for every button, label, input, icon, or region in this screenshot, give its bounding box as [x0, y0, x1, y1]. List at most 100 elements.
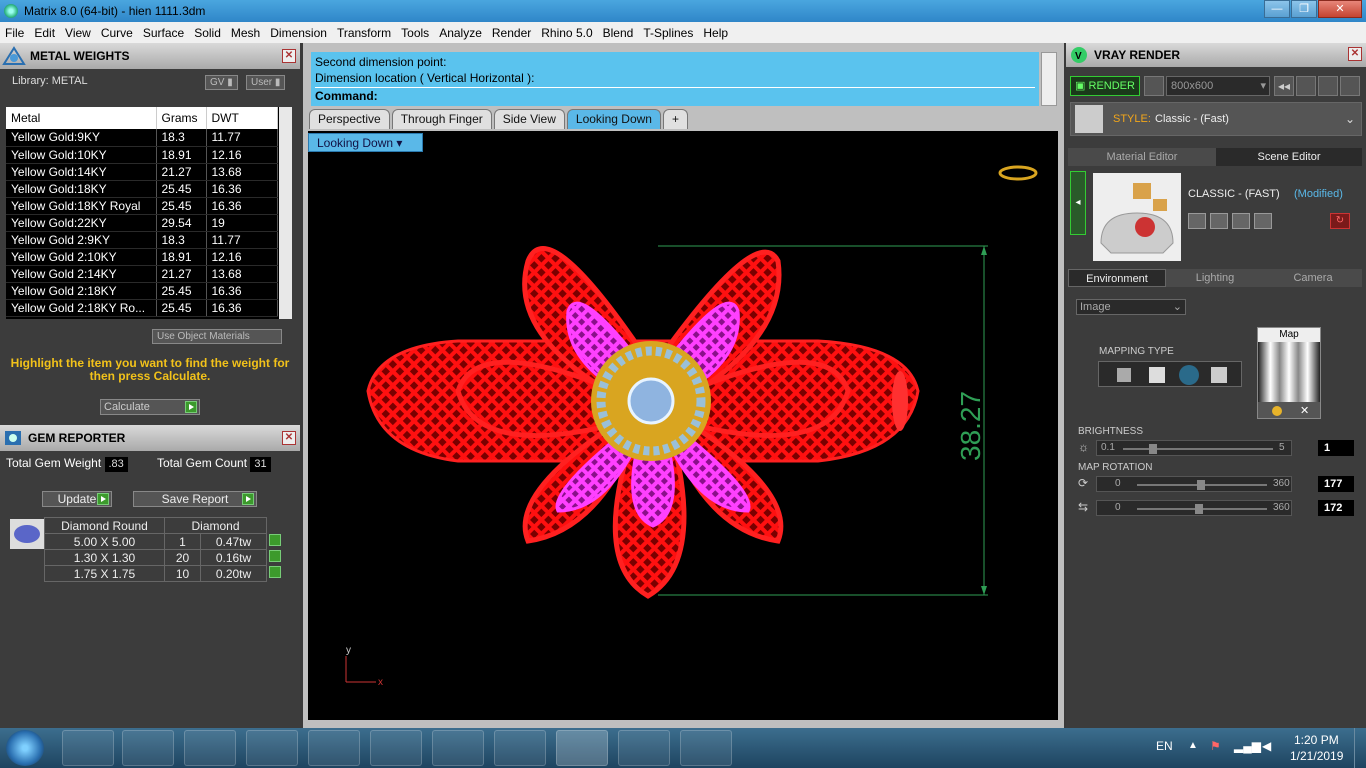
tab-perspective[interactable]: Perspective	[309, 109, 390, 129]
rotation-2-slider[interactable]: 0 360	[1096, 500, 1292, 516]
metal-row[interactable]: Yellow Gold:18KY 25.45 16.36	[6, 180, 278, 198]
import-scene-icon[interactable]	[1254, 213, 1272, 229]
clock-date[interactable]: 1/21/2019	[1290, 749, 1343, 763]
garena-icon[interactable]	[246, 730, 298, 766]
gem-row-go-button[interactable]	[267, 566, 283, 582]
tab-through-finger[interactable]: Through Finger	[391, 109, 492, 129]
menu-blend[interactable]: Blend	[598, 26, 639, 40]
globe-icon[interactable]	[1144, 76, 1164, 96]
menu-tsplines[interactable]: T-Splines	[638, 26, 698, 40]
rotation-2-value[interactable]: 172	[1318, 500, 1354, 516]
menu-view[interactable]: View	[60, 26, 96, 40]
volume-icon[interactable]: ◀	[1262, 739, 1271, 753]
menu-analyze[interactable]: Analyze	[434, 26, 487, 40]
save-report-button[interactable]: Save Report	[133, 491, 257, 507]
map-box[interactable]: Map ✕	[1257, 327, 1321, 419]
minimize-button[interactable]: —	[1264, 0, 1290, 18]
menu-help[interactable]: Help	[698, 26, 733, 40]
col-metal[interactable]: Metal	[6, 107, 157, 129]
close-gem-icon[interactable]: ✕	[282, 431, 296, 445]
gem-row[interactable]: 1.30 X 1.30 20 0.16tw	[44, 549, 283, 566]
cylinder-map-icon[interactable]	[1211, 367, 1227, 383]
list-icon[interactable]	[1318, 76, 1338, 96]
metal-row[interactable]: Yellow Gold:14KY 21.27 13.68	[6, 163, 278, 181]
copy-scene-icon[interactable]	[1210, 213, 1228, 229]
metal-row[interactable]: Yellow Gold:18KY Royal 25.45 16.36	[6, 197, 278, 215]
rotation-1-thumb[interactable]	[1197, 480, 1205, 490]
ie-icon[interactable]	[62, 730, 114, 766]
gem-row-go-button[interactable]	[267, 534, 283, 550]
tray-expand-icon[interactable]: ▲	[1188, 740, 1198, 751]
close-metal-icon[interactable]: ✕	[282, 49, 296, 63]
tab-camera[interactable]: Camera	[1264, 269, 1362, 287]
control-panel-icon[interactable]	[618, 730, 670, 766]
grid-icon[interactable]	[1340, 76, 1360, 96]
brightness-value[interactable]: 1	[1318, 440, 1354, 456]
paint-icon[interactable]	[680, 730, 732, 766]
menu-transform[interactable]: Transform	[332, 26, 396, 40]
tab-lighting[interactable]: Lighting	[1166, 269, 1264, 287]
metal-row[interactable]: Yellow Gold:10KY 18.91 12.16	[6, 146, 278, 164]
photo-viewer-icon[interactable]	[432, 730, 484, 766]
metal-row[interactable]: Yellow Gold 2:14KY 21.27 13.68	[6, 265, 278, 283]
tab-environment[interactable]: Environment	[1068, 269, 1166, 287]
style-select[interactable]: STYLE: Classic - (Fast) ⌄	[1070, 102, 1362, 136]
rotation-2-thumb[interactable]	[1195, 504, 1203, 514]
menu-rhino[interactable]: Rhino 5.0	[536, 26, 597, 40]
metal-row[interactable]: Yellow Gold 2:18KY 25.45 16.36	[6, 282, 278, 300]
gem-row[interactable]: 5.00 X 5.00 1 0.47tw	[44, 533, 283, 550]
viewport[interactable]: Looking Down ▾ 38.27 y x	[308, 131, 1058, 720]
show-desktop-button[interactable]	[1354, 728, 1366, 768]
add-tab-button[interactable]: +	[662, 109, 688, 129]
reset-scene-icon[interactable]: ↻	[1330, 213, 1350, 229]
calculate-button[interactable]: Calculate	[100, 399, 200, 415]
rotation-1-slider[interactable]: 0 360	[1096, 476, 1292, 492]
gem-row-go-button[interactable]	[267, 550, 283, 566]
tab-looking-down[interactable]: Looking Down	[566, 109, 661, 129]
close-button[interactable]: ✕	[1318, 0, 1362, 18]
metal-scrollbar[interactable]	[279, 107, 292, 319]
command-input[interactable]: Command:	[315, 87, 1035, 104]
brightness-slider[interactable]: 0.1 5	[1096, 440, 1292, 456]
box-map-icon[interactable]	[1149, 367, 1165, 383]
save-scene-icon[interactable]	[1188, 213, 1206, 229]
network-warning-icon[interactable]: ⚑	[1210, 739, 1221, 753]
start-button[interactable]	[6, 730, 44, 766]
matrix-taskbar-icon[interactable]	[556, 730, 608, 766]
menu-solid[interactable]: Solid	[189, 26, 226, 40]
settings-icon[interactable]	[1296, 76, 1316, 96]
menu-curve[interactable]: Curve	[96, 26, 138, 40]
metal-row[interactable]: Yellow Gold:9KY 18.3 11.77	[6, 129, 278, 147]
close-vray-icon[interactable]: ✕	[1348, 47, 1362, 61]
menu-file[interactable]: File	[0, 26, 29, 40]
chrome-icon[interactable]	[370, 730, 422, 766]
menu-dimension[interactable]: Dimension	[265, 26, 332, 40]
maximize-button[interactable]: ❐	[1291, 0, 1317, 18]
brightness-thumb[interactable]	[1149, 444, 1157, 454]
export-scene-icon[interactable]	[1232, 213, 1250, 229]
resolution-select[interactable]: 800x600 ▾	[1166, 76, 1270, 96]
collapse-left-icon[interactable]: ◂	[1070, 171, 1086, 235]
metal-row[interactable]: Yellow Gold:22KY 29.54 19	[6, 214, 278, 232]
metal-row[interactable]: Yellow Gold 2:18KY Ro... 25.45 16.36	[6, 299, 278, 317]
viber-icon[interactable]	[308, 730, 360, 766]
explorer-icon[interactable]	[122, 730, 174, 766]
media-player-icon[interactable]	[184, 730, 236, 766]
notes-icon[interactable]	[494, 730, 546, 766]
use-object-materials-button[interactable]: Use Object Materials	[152, 329, 282, 344]
plane-map-icon[interactable]	[1117, 368, 1131, 382]
update-button[interactable]: Update	[42, 491, 112, 507]
color-wheel-icon[interactable]	[1272, 406, 1282, 416]
gem-row[interactable]: 1.75 X 1.75 10 0.20tw	[44, 565, 283, 582]
rotation-1-value[interactable]: 177	[1318, 476, 1354, 492]
menu-edit[interactable]: Edit	[29, 26, 60, 40]
language-indicator[interactable]: EN	[1156, 739, 1173, 753]
tab-material-editor[interactable]: Material Editor	[1068, 148, 1216, 166]
sphere-map-icon[interactable]	[1179, 365, 1199, 385]
rewind-icon[interactable]: ◂◂	[1274, 76, 1294, 96]
render-button[interactable]: ▣ RENDER	[1070, 76, 1140, 96]
tab-side-view[interactable]: Side View	[493, 109, 565, 129]
metal-row[interactable]: Yellow Gold 2:10KY 18.91 12.16	[6, 248, 278, 266]
tab-scene-editor[interactable]: Scene Editor	[1216, 148, 1362, 166]
user-button[interactable]: User ▮	[246, 75, 286, 90]
